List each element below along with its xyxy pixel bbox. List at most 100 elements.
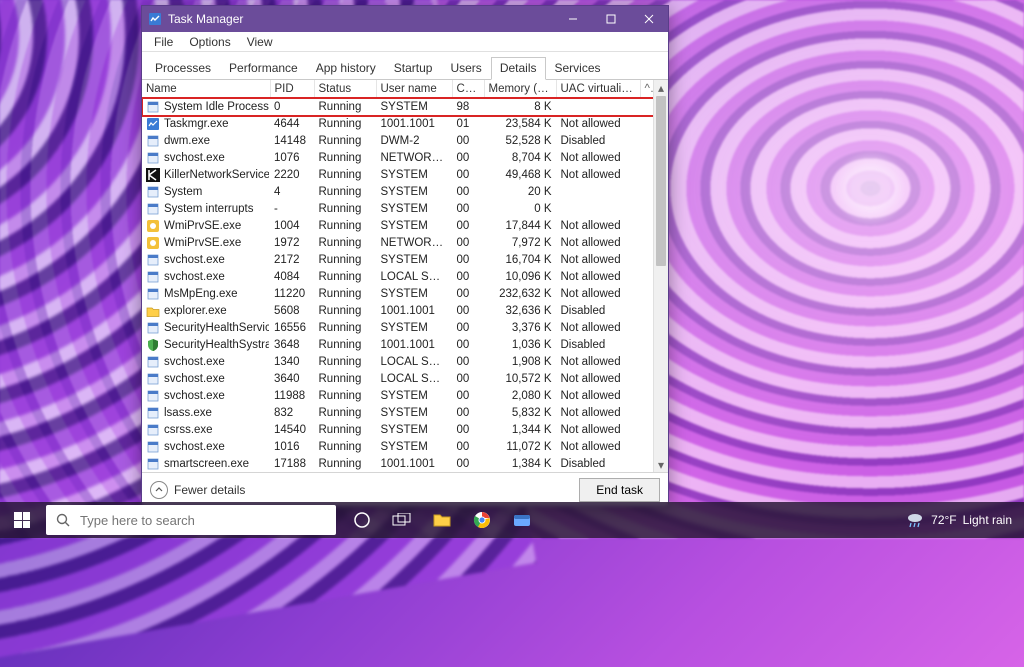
process-cpu: 00 xyxy=(452,422,484,439)
table-row[interactable]: dwm.exe14148RunningDWM-20052,528 KDisabl… xyxy=(142,133,653,150)
process-cpu: 01 xyxy=(452,116,484,133)
tab-app-history[interactable]: App history xyxy=(307,57,385,80)
process-icon xyxy=(146,304,160,318)
task-view-button[interactable] xyxy=(382,502,422,538)
process-status: Running xyxy=(314,201,376,218)
table-row[interactable]: svchost.exe1076RunningNETWORK ...008,704… xyxy=(142,150,653,167)
process-uac xyxy=(556,184,653,201)
process-uac: Not allowed xyxy=(556,269,653,286)
table-row[interactable]: SecurityHealthSystray...3648Running1001.… xyxy=(142,337,653,354)
table-row[interactable]: svchost.exe2172RunningSYSTEM0016,704 KNo… xyxy=(142,252,653,269)
file-explorer-button[interactable] xyxy=(422,502,462,538)
process-uac: Not allowed xyxy=(556,388,653,405)
table-row[interactable]: svchost.exe4084RunningLOCAL SER...0010,0… xyxy=(142,269,653,286)
process-pid: 832 xyxy=(270,405,314,422)
process-pid: 11220 xyxy=(270,286,314,303)
table-row[interactable]: csrss.exe14540RunningSYSTEM001,344 KNot … xyxy=(142,422,653,439)
col-cpu[interactable]: CPU xyxy=(452,80,484,98)
titlebar[interactable]: Task Manager xyxy=(142,6,668,32)
table-row[interactable]: WmiPrvSE.exe1004RunningSYSTEM0017,844 KN… xyxy=(142,218,653,235)
table-row[interactable]: lsass.exe832RunningSYSTEM005,832 KNot al… xyxy=(142,405,653,422)
search-input[interactable] xyxy=(80,513,336,528)
start-button[interactable] xyxy=(0,502,44,538)
app-button[interactable] xyxy=(502,502,542,538)
tab-details[interactable]: Details xyxy=(491,57,546,80)
scroll-up-icon[interactable]: ▴ xyxy=(654,80,668,95)
process-icon xyxy=(146,406,160,420)
process-icon xyxy=(146,440,160,454)
table-row[interactable]: System Idle Process0RunningSYSTEM988 K xyxy=(142,98,653,116)
table-row[interactable]: svchost.exe3640RunningLOCAL SER...0010,5… xyxy=(142,371,653,388)
col-status[interactable]: Status xyxy=(314,80,376,98)
process-name: explorer.exe xyxy=(164,305,227,317)
table-row[interactable]: explorer.exe5608Running1001.10010032,636… xyxy=(142,303,653,320)
cortana-button[interactable] xyxy=(342,502,382,538)
table-row[interactable]: Taskmgr.exe4644Running1001.10010123,584 … xyxy=(142,116,653,133)
process-pid: 1016 xyxy=(270,439,314,456)
process-user: SYSTEM xyxy=(376,405,452,422)
process-memory: 11,072 K xyxy=(484,439,556,456)
process-pid: - xyxy=(270,201,314,218)
process-status: Running xyxy=(314,133,376,150)
menu-options[interactable]: Options xyxy=(181,34,238,50)
process-user: SYSTEM xyxy=(376,422,452,439)
process-cpu: 00 xyxy=(452,371,484,388)
col-user[interactable]: User name xyxy=(376,80,452,98)
tab-processes[interactable]: Processes xyxy=(146,57,220,80)
table-row[interactable]: svchost.exe11988RunningSYSTEM002,080 KNo… xyxy=(142,388,653,405)
menu-view[interactable]: View xyxy=(239,34,281,50)
process-uac xyxy=(556,201,653,218)
process-uac: Not allowed xyxy=(556,218,653,235)
process-name: System interrupts xyxy=(164,203,253,215)
process-memory: 1,344 K xyxy=(484,422,556,439)
end-task-button[interactable]: End task xyxy=(579,478,660,502)
table-row[interactable]: KillerNetworkService...2220RunningSYSTEM… xyxy=(142,167,653,184)
tab-strip: Processes Performance App history Startu… xyxy=(142,52,668,80)
process-list[interactable]: Name PID Status User name CPU Memory (ac… xyxy=(142,80,653,472)
vertical-scrollbar[interactable]: ▴ ▾ xyxy=(653,80,668,472)
scroll-thumb[interactable] xyxy=(656,96,666,266)
table-row[interactable]: MsMpEng.exe11220RunningSYSTEM00232,632 K… xyxy=(142,286,653,303)
col-uac[interactable]: UAC virtualizati... xyxy=(556,80,640,98)
tab-performance[interactable]: Performance xyxy=(220,57,307,80)
process-memory: 1,036 K xyxy=(484,337,556,354)
minimize-button[interactable] xyxy=(554,6,592,32)
process-user: SYSTEM xyxy=(376,218,452,235)
process-status: Running xyxy=(314,354,376,371)
chrome-button[interactable] xyxy=(462,502,502,538)
process-name: svchost.exe xyxy=(164,373,225,385)
process-user: SYSTEM xyxy=(376,184,452,201)
close-button[interactable] xyxy=(630,6,668,32)
taskbar-search[interactable] xyxy=(46,505,336,535)
table-row[interactable]: WmiPrvSE.exe1972RunningNETWORK ...007,97… xyxy=(142,235,653,252)
fewer-details-toggle[interactable]: Fewer details xyxy=(150,481,245,499)
process-icon xyxy=(146,389,160,403)
process-icon xyxy=(146,117,160,131)
table-row[interactable]: svchost.exe1016RunningSYSTEM0011,072 KNo… xyxy=(142,439,653,456)
col-name[interactable]: Name xyxy=(142,80,270,98)
process-name: WmiPrvSE.exe xyxy=(164,237,241,249)
table-row[interactable]: System interrupts-RunningSYSTEM000 K xyxy=(142,201,653,218)
table-row[interactable]: SecurityHealthServic...16556RunningSYSTE… xyxy=(142,320,653,337)
table-row[interactable]: smartscreen.exe17188Running1001.1001001,… xyxy=(142,456,653,473)
maximize-button[interactable] xyxy=(592,6,630,32)
weather-icon xyxy=(905,511,925,529)
process-pid: 11988 xyxy=(270,388,314,405)
process-user: LOCAL SER... xyxy=(376,354,452,371)
process-pid: 1340 xyxy=(270,354,314,371)
process-status: Running xyxy=(314,388,376,405)
tab-users[interactable]: Users xyxy=(441,57,490,80)
tab-services[interactable]: Services xyxy=(546,57,610,80)
process-name: KillerNetworkService... xyxy=(164,169,270,181)
menu-file[interactable]: File xyxy=(146,34,181,50)
col-pid[interactable]: PID xyxy=(270,80,314,98)
table-row[interactable]: System4RunningSYSTEM0020 K xyxy=(142,184,653,201)
process-icon xyxy=(146,372,160,386)
process-uac: Disabled xyxy=(556,456,653,473)
tab-startup[interactable]: Startup xyxy=(385,57,442,80)
col-memory[interactable]: Memory (ac... xyxy=(484,80,556,98)
table-row[interactable]: svchost.exe1340RunningLOCAL SER...001,90… xyxy=(142,354,653,371)
weather-widget[interactable]: 72°F Light rain xyxy=(893,502,1024,538)
scroll-down-icon[interactable]: ▾ xyxy=(654,457,668,472)
column-headers[interactable]: Name PID Status User name CPU Memory (ac… xyxy=(142,80,653,98)
